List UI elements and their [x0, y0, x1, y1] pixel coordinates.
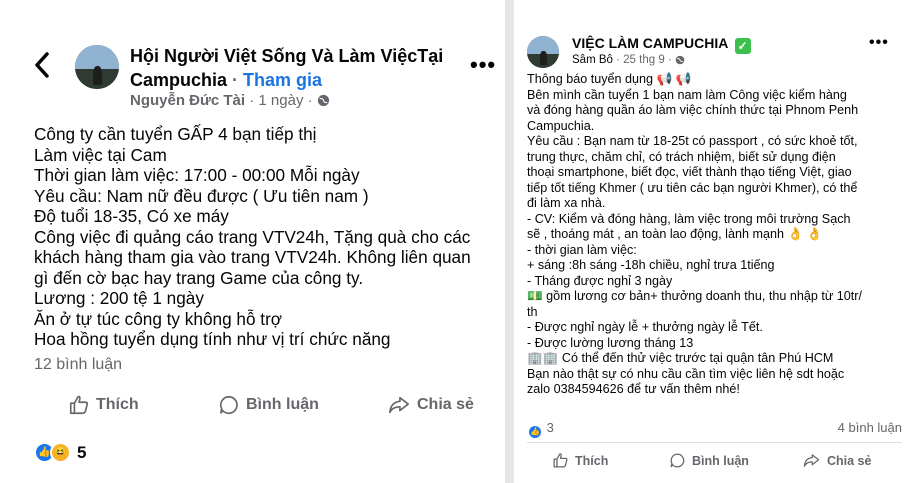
author-name[interactable]: Nguyễn Đức Tài — [130, 92, 245, 109]
globe-icon — [317, 94, 330, 107]
thumbs-up-icon — [552, 452, 569, 469]
body-line: Công việc đi quảng cáo trang VTV24h, Tặn… — [34, 226, 471, 247]
share-arrow-icon — [802, 452, 821, 469]
comments-count[interactable]: 12 bình luận — [34, 356, 122, 374]
post-meta: Sâm Bô · 25 thg 9 · — [572, 54, 685, 66]
more-options-icon[interactable]: ••• — [869, 34, 889, 52]
comments-count[interactable]: 4 bình luận — [838, 420, 902, 435]
body-line: Độ tuổi 18-35, Có xe máy — [34, 206, 229, 226]
body-line: - thời gian làm việc: — [527, 242, 637, 257]
body-line: đi làm xa nhà. — [527, 196, 606, 210]
share-button[interactable]: Chia sẻ — [802, 452, 871, 469]
body-line: - Được lường lương tháng 13 — [527, 335, 694, 350]
reaction-count[interactable]: 3 — [547, 420, 554, 435]
share-label: Chia sẻ — [827, 453, 872, 468]
body-line: 💵 gồm lương cơ bản+ thưởng doanh thu, th… — [527, 289, 862, 303]
post-time[interactable]: 1 ngày — [258, 92, 303, 109]
divider — [527, 442, 902, 443]
comment-button[interactable]: Bình luận — [218, 394, 319, 416]
like-label: Thích — [575, 453, 609, 468]
verified-check-icon: ✓ — [734, 38, 751, 54]
reaction-summary[interactable]: 👍 😆 5 — [34, 442, 86, 463]
body-line: - Tháng được nghỉ 3 ngày — [527, 273, 673, 288]
body-line: gì đến cờ bạc hay trang Game của công ty… — [34, 267, 364, 288]
haha-reaction-icon: 😆 — [50, 442, 71, 463]
body-line: Ăn ở tự túc công ty không hỗ trợ — [34, 308, 283, 329]
group-avatar[interactable] — [75, 45, 119, 89]
reaction-count: 5 — [77, 442, 87, 462]
body-line: khách hàng tham gia vào trang VTV24h. Kh… — [34, 247, 471, 267]
body-line: và đóng hàng quần áo làm việc chính thức… — [527, 103, 859, 117]
body-line: Làm việc tại Cam — [34, 144, 167, 165]
body-line: - CV: Kiểm và đóng hàng, làm việc trong … — [527, 211, 851, 226]
like-label: Thích — [96, 396, 139, 413]
post-left: Hội Người Việt Sống Và Làm ViệcTại Campu… — [0, 0, 505, 483]
body-line: trung thực, chăm chỉ, có trách nhiệm, bi… — [527, 149, 836, 164]
group-avatar[interactable] — [527, 36, 559, 68]
body-line: Hoa hồng tuyển dụng tính như vị trí chức… — [34, 329, 391, 349]
body-line: sẽ , thoáng mát , an toàn lao động, lành… — [527, 227, 823, 241]
column-divider — [505, 0, 514, 483]
body-line: Bạn nào thật sự có nhu cầu cần tìm việc … — [527, 366, 845, 381]
group-header: VIỆC LÀM CAMPUCHIA ✓ — [572, 35, 751, 54]
body-line: tiếp tốt tiếng Khmer ( ưu tiên các bạn n… — [527, 180, 858, 195]
body-line: + sáng :8h sáng -18h chiều, nghỉ trưa 1t… — [527, 258, 775, 272]
body-line: - Được nghỉ ngày lễ + thưởng ngày lễ Tết… — [527, 320, 763, 334]
share-button[interactable]: Chia sẻ — [387, 394, 474, 416]
comment-button[interactable]: Bình luận — [669, 452, 749, 469]
body-line: Yêu cầu: Nam nữ đều được ( Ưu tiên nam ) — [34, 185, 369, 206]
body-line: Thông báo tuyển dụng 📢 📢 — [527, 72, 692, 86]
share-label: Chia sẻ — [417, 396, 474, 413]
author-name[interactable]: Sâm Bô — [572, 54, 613, 66]
post-stats: 👍 3 4 bình luận — [527, 420, 902, 440]
body-line: thoại smartphone, biết đọc, viết thành t… — [527, 165, 852, 179]
back-arrow-icon[interactable] — [34, 52, 50, 78]
post-meta: Nguyễn Đức Tài · 1 ngày · — [130, 92, 330, 109]
thumbs-up-icon — [68, 394, 90, 416]
comment-bubble-icon — [218, 394, 240, 416]
like-reaction-icon: 👍 — [527, 424, 543, 440]
post-right: VIỆC LÀM CAMPUCHIA ✓ Sâm Bô · 25 thg 9 ·… — [514, 0, 915, 483]
body-line: Thời gian làm việc: 17:00 - 00:00 Mỗi ng… — [34, 165, 360, 185]
comment-label: Bình luận — [692, 453, 749, 468]
body-line: Yêu cầu : Bạn nam từ 18-25t có passport … — [527, 134, 858, 148]
share-arrow-icon — [387, 394, 411, 416]
comment-bubble-icon — [669, 452, 686, 469]
body-line: Lương : 200 tệ 1 ngày — [34, 288, 204, 308]
action-bar: Thích Bình luận Chia sẻ — [0, 394, 505, 424]
more-options-icon[interactable]: ••• — [470, 52, 496, 78]
body-line: Bên mình cần tuyển 1 bạn nam làm Công vi… — [527, 87, 847, 102]
group-header: Hội Người Việt Sống Và Làm ViệcTại Campu… — [130, 46, 444, 90]
body-line: th — [527, 304, 538, 319]
post-body: Công ty cần tuyển GẤP 4 bạn tiếp thị Làm… — [34, 124, 494, 350]
body-line: zalo 0384594626 để tư vấn thêm nhé! — [527, 382, 740, 396]
body-line: Campuchia. — [527, 118, 595, 133]
post-time[interactable]: 25 thg 9 — [623, 54, 665, 66]
group-name[interactable]: VIỆC LÀM CAMPUCHIA — [572, 35, 728, 51]
post-body: Thông báo tuyển dụng 📢 📢 Bên mình cần tu… — [527, 72, 907, 398]
body-line: 🏢🏢 Có thể đến thử việc trước tại quận tâ… — [527, 351, 834, 365]
join-button[interactable]: Tham gia — [243, 70, 322, 90]
body-line: Công ty cần tuyển GẤP 4 bạn tiếp thị — [34, 124, 317, 144]
globe-icon — [675, 55, 685, 65]
like-button[interactable]: Thích — [68, 394, 139, 416]
comment-label: Bình luận — [246, 396, 319, 413]
like-button[interactable]: Thích — [552, 452, 608, 469]
